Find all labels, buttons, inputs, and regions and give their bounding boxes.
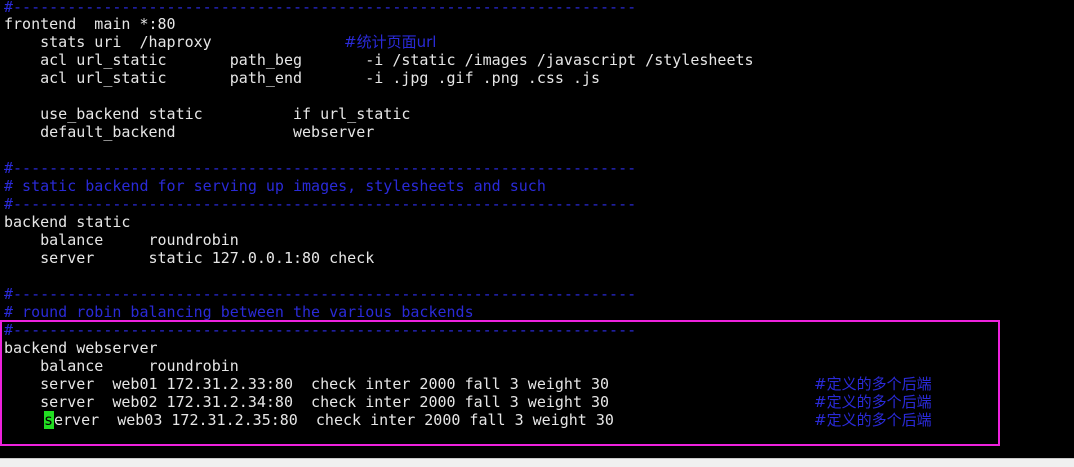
acl-path-beg-line: acl url_static path_beg -i /static /imag… <box>4 51 754 69</box>
use-backend-line: use_backend static if url_static <box>4 105 411 123</box>
separator-line: #---------------------------------------… <box>4 195 637 213</box>
stats-uri-line: stats uri /haproxy <box>4 33 212 51</box>
comment-line: # static backend for serving up images, … <box>4 177 546 195</box>
separator-line: #---------------------------------------… <box>4 285 637 303</box>
balance-line: balance roundrobin <box>4 231 239 249</box>
backend-static-line: backend static <box>4 213 131 231</box>
comment-line: # round robin balancing between the vari… <box>4 303 474 321</box>
separator-line: #---------------------------------------… <box>4 0 637 16</box>
server-static-line: server static 127.0.0.1:80 check <box>4 249 375 267</box>
frontend-line: frontend main *:80 <box>4 15 176 33</box>
stats-uri-comment: #统计页面url <box>344 33 437 51</box>
highlight-box <box>0 320 1000 446</box>
default-backend-line: default_backend webserver <box>4 123 375 141</box>
terminal-window[interactable]: #---------------------------------------… <box>0 0 1074 458</box>
acl-path-end-line: acl url_static path_end -i .jpg .gif .pn… <box>4 69 601 87</box>
separator-line: #---------------------------------------… <box>4 159 637 177</box>
